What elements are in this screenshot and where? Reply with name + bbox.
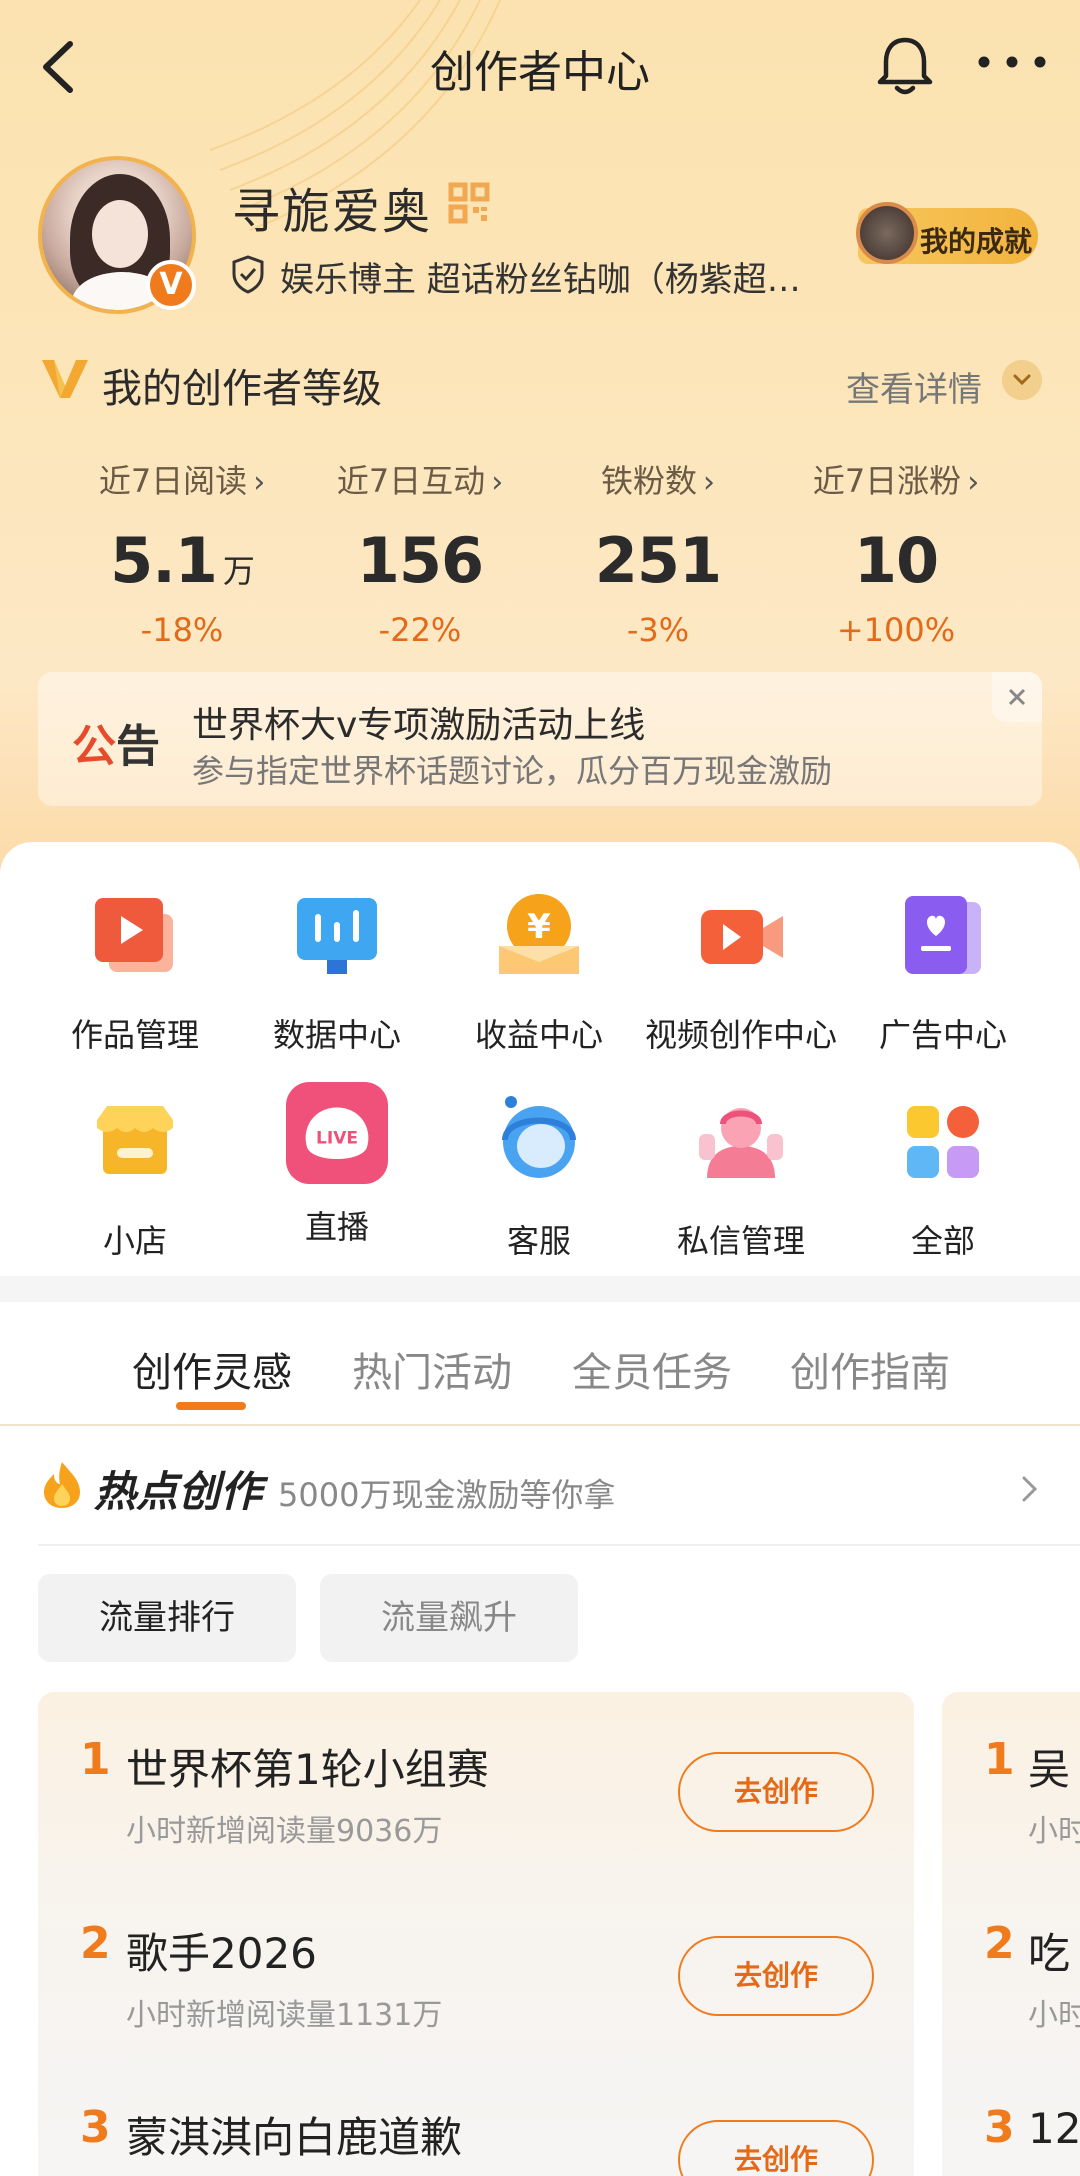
topic-meta: 小时新增阅读量1131万 <box>126 1998 443 2033</box>
close-icon[interactable] <box>992 672 1042 722</box>
tab-inspiration[interactable]: 创作灵感 <box>132 1340 292 1398</box>
rank-number: 2 <box>984 1918 1015 1969</box>
topic-title[interactable]: 蒙淇淇向白鹿道歉 <box>126 2104 462 2165</box>
fire-icon <box>44 1462 80 1508</box>
svg-text:¥: ¥ <box>527 907 551 947</box>
topic-title: 吴 <box>1028 1745 1071 1794</box>
tool-video[interactable]: 视频创作中心 <box>641 888 841 1056</box>
tool-support[interactable]: 客服 <box>439 1094 639 1262</box>
tool-shop[interactable]: 小店 <box>35 1094 235 1262</box>
tool-works[interactable]: 作品管理 <box>35 888 235 1056</box>
ranking-card-next[interactable]: 1 吴 小时 2 吃 小时 3 12 <box>942 1692 1080 2176</box>
hot-subtitle: 5000万现金激励等你拿 <box>278 1476 616 1514</box>
chevron-right-icon[interactable] <box>1014 1474 1044 1504</box>
live-icon: LIVE <box>286 1082 388 1184</box>
announcement-card[interactable]: 公告 世界杯大v专项激励活动上线 参与指定世界杯话题讨论，瓜分百万现金激励 <box>38 672 1042 806</box>
announcement-tag: 公告 <box>72 721 160 772</box>
inspiration-section: 创作灵感 热门活动 全员任务 创作指南 热点创作 5000万现金激励等你拿 流量… <box>0 1302 1080 2176</box>
topic-meta: 小时 <box>1028 1814 1080 1849</box>
topic-meta: 小时 <box>1028 1998 1080 2033</box>
medal-icon <box>856 202 918 264</box>
tool-all[interactable]: 全部 <box>843 1094 1043 1262</box>
stat-new-fans[interactable]: 近7日涨粉 › 10 +100% <box>776 456 1016 649</box>
achievement-label[interactable]: 我的成就 <box>920 220 1032 260</box>
topic-meta: 小时新增阅读量9036万 <box>126 1814 443 1849</box>
rank-number: 3 <box>80 2102 111 2153</box>
chip-traffic-rank[interactable]: 流量排行 <box>38 1574 296 1662</box>
username: 寻旎爱奥 <box>232 184 433 240</box>
level-detail-link[interactable]: 查看详情 <box>846 362 982 411</box>
level-title: 我的创作者等级 <box>102 366 382 412</box>
verified-badge: V <box>146 260 196 310</box>
chevron-right-icon: › <box>703 465 715 500</box>
video-icon <box>701 910 783 964</box>
topic-title[interactable]: 世界杯第1轮小组赛 <box>126 1736 489 1797</box>
rank-number: 1 <box>80 1734 111 1785</box>
topic-title: 12 <box>1028 2104 1080 2153</box>
support-icon <box>502 1096 576 1178</box>
tool-ads[interactable]: 广告中心 <box>843 888 1043 1056</box>
topic-title: 吃 <box>1028 1929 1071 1978</box>
create-button[interactable]: 去创作 <box>678 2120 874 2176</box>
ranking-card: 1 世界杯第1轮小组赛 小时新增阅读量9036万 去创作 2 歌手2026 小时… <box>38 1692 914 2176</box>
rank-number: 3 <box>984 2102 1015 2153</box>
hot-title: 热点创作 <box>94 1467 263 1516</box>
announcement-title: 世界杯大v专项激励活动上线 <box>192 705 646 746</box>
more-dots-icon[interactable] <box>972 42 1052 82</box>
stat-reads[interactable]: 近7日阅读 › 5.1 万 -18% <box>62 456 302 649</box>
tools-panel: 作品管理 数据中心 ¥ 收益中心 视频创作中心 广告中心 小店 LIVE 直播 … <box>0 842 1080 1276</box>
tool-messages[interactable]: 私信管理 <box>641 1094 841 1262</box>
chip-traffic-surge[interactable]: 流量飙升 <box>320 1574 578 1662</box>
tab-indicator <box>176 1402 246 1410</box>
all-icon <box>907 1106 979 1178</box>
chevron-right-icon: › <box>491 465 504 500</box>
stat-iron-fans[interactable]: 铁粉数 › 251 -3% <box>538 456 778 649</box>
svg-text:LIVE: LIVE <box>316 1129 358 1149</box>
bell-icon[interactable] <box>872 32 938 98</box>
chevron-right-icon: › <box>967 465 980 500</box>
income-icon: ¥ <box>499 894 579 974</box>
rank-number: 1 <box>984 1734 1015 1785</box>
topic-title[interactable]: 歌手2026 <box>126 1920 317 1981</box>
create-button[interactable]: 去创作 <box>678 1752 874 1832</box>
message-icon <box>699 1108 783 1178</box>
tool-live[interactable]: LIVE 直播 <box>237 1082 437 1248</box>
tab-hot-activities[interactable]: 热门活动 <box>352 1340 512 1398</box>
tool-income[interactable]: ¥ 收益中心 <box>439 888 639 1056</box>
divider <box>0 1424 1080 1426</box>
create-button[interactable]: 去创作 <box>678 1936 874 2016</box>
user-tag[interactable]: 娱乐博主 超话粉丝钻咖（杨紫超… <box>280 252 840 301</box>
stat-interactions[interactable]: 近7日互动 › 156 -22% <box>300 456 540 649</box>
divider <box>38 1544 1080 1546</box>
shield-icon <box>232 255 264 294</box>
ad-icon <box>905 896 981 974</box>
qr-code-icon[interactable] <box>448 182 490 224</box>
data-icon <box>297 898 377 974</box>
announcement-subtitle: 参与指定世界杯话题讨论，瓜分百万现金激励 <box>192 752 833 790</box>
tab-guide[interactable]: 创作指南 <box>790 1340 950 1398</box>
level-v-icon <box>42 360 88 398</box>
shop-icon <box>97 1106 173 1174</box>
chevron-down-icon[interactable] <box>1002 360 1042 400</box>
chevron-right-icon: › <box>253 465 266 500</box>
tab-all-tasks[interactable]: 全员任务 <box>572 1340 732 1398</box>
rank-number: 2 <box>80 1918 111 1969</box>
tool-data[interactable]: 数据中心 <box>237 888 437 1056</box>
works-icon <box>95 898 173 972</box>
nav-bar: 创作者中心 <box>0 22 1080 112</box>
